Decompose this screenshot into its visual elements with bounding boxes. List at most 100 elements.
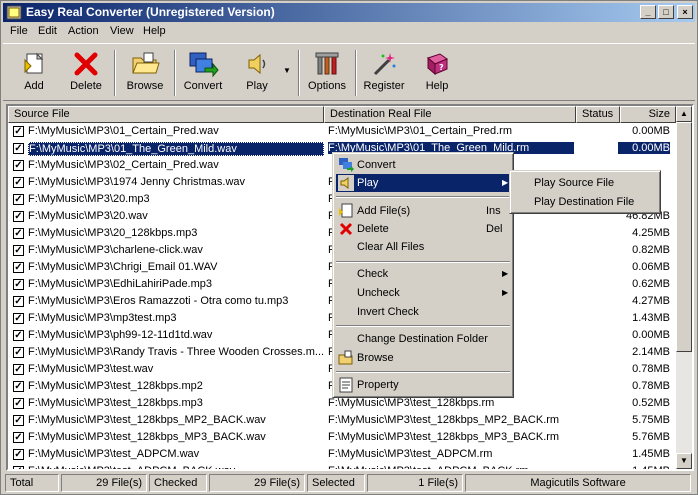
column-status[interactable]: Status	[576, 106, 620, 123]
menu-item-delete[interactable]: Delete Del	[336, 220, 510, 238]
delete-button[interactable]: Delete	[62, 48, 110, 100]
menu-item-uncheck[interactable]: Uncheck ▶	[336, 284, 510, 302]
row-checkbox[interactable]: ✓	[13, 160, 24, 171]
row-checkbox[interactable]: ✓	[13, 177, 24, 188]
convert-icon	[189, 52, 219, 78]
menu-file[interactable]: File	[10, 25, 28, 37]
column-size[interactable]: Size	[620, 106, 676, 123]
row-checkbox[interactable]: ✓	[13, 330, 24, 341]
table-row[interactable]: ✓ F:\MyMusic\MP3\01_Certain_Pred.wav F:\My…	[8, 123, 676, 140]
row-source-file: F:\MyMusic\MP3\test_ADPCM_BACK.wav	[28, 465, 236, 471]
scroll-down-icon[interactable]: ▼	[676, 453, 692, 469]
add-button[interactable]: Add	[10, 48, 58, 100]
column-source-file[interactable]: Source File	[8, 106, 324, 123]
minimize-button[interactable]: _	[640, 5, 656, 19]
status-bar: Total 29 File(s) Checked 29 File(s) Sele…	[3, 474, 695, 493]
row-checkbox[interactable]: ✓	[13, 449, 24, 460]
menu-help[interactable]: Help	[143, 25, 166, 37]
scroll-thumb[interactable]	[676, 122, 692, 352]
row-checkbox[interactable]: ✓	[13, 296, 24, 307]
table-row[interactable]: ✓ F:\MyMusic\MP3\test_128kbps_MP3_BACK.wa…	[8, 429, 676, 446]
menu-item-browse[interactable]: Browse	[336, 349, 510, 367]
menu-item-play-source[interactable]: Play Source File	[513, 174, 657, 192]
row-checkbox[interactable]: ✓	[13, 313, 24, 324]
menu-item-check[interactable]: Check ▶	[336, 265, 510, 283]
close-button[interactable]: ×	[677, 5, 693, 19]
row-checkbox[interactable]: ✓	[13, 126, 24, 137]
vertical-scrollbar[interactable]: ▲ ▼	[676, 106, 692, 469]
row-source-file: F:\MyMusic\MP3\20.wav	[28, 210, 148, 222]
wand-icon	[373, 53, 396, 76]
scroll-up-icon[interactable]: ▲	[676, 106, 692, 122]
row-destination-file: F:\MyMusic\MP3\test_128kbps.rm	[328, 397, 495, 409]
menu-action[interactable]: Action	[68, 25, 99, 37]
table-row[interactable]: ✓ F:\MyMusic\MP3\test_128kbps_MP2_BACK.wa…	[8, 412, 676, 429]
help-button[interactable]: ? Help	[413, 48, 461, 100]
toolbar: Add Delete Browse Convert Play ▼ Options…	[3, 43, 695, 101]
row-checkbox[interactable]: ✓	[13, 398, 24, 409]
delete-icon	[74, 52, 98, 76]
add-icon	[339, 203, 353, 218]
row-size: 0.78MB	[632, 363, 670, 375]
row-checkbox[interactable]: ✓	[13, 381, 24, 392]
menu-item-change-destination[interactable]: Change Destination Folder	[336, 330, 510, 348]
row-checkbox[interactable]: ✓	[13, 245, 24, 256]
menu-item-clear-all[interactable]: Clear All Files	[336, 238, 510, 256]
browse-label: Browse	[126, 80, 164, 92]
row-destination-file: F:\MyMusic\MP3\test_ADPCM_BACK.rm	[328, 465, 529, 471]
row-checkbox[interactable]: ✓	[13, 228, 24, 239]
register-button[interactable]: Register	[360, 48, 408, 100]
menu-item-play[interactable]: Play ▶	[336, 174, 510, 192]
menu-view[interactable]: View	[110, 25, 134, 37]
title-bar[interactable]: Easy Real Converter (Unregistered Versio…	[3, 3, 695, 22]
row-source-file: F:\MyMusic\MP3\test_ADPCM.wav	[28, 448, 200, 460]
row-destination-file: F:\MyMusic\MP3\test_128kbps_MP3_BACK.rm	[328, 431, 560, 443]
speaker-icon	[338, 175, 354, 191]
options-button[interactable]: Options	[303, 48, 351, 100]
row-size: 0.06MB	[632, 261, 670, 273]
row-checkbox[interactable]: ✓	[13, 143, 24, 154]
row-checkbox[interactable]: ✓	[13, 279, 24, 290]
shortcut-del: Del	[486, 223, 503, 235]
submenu-arrow-icon: ▶	[502, 178, 509, 187]
row-checkbox[interactable]: ✓	[13, 194, 24, 205]
toolbar-separator	[174, 50, 176, 96]
menu-item-delete-label: Delete	[357, 223, 389, 235]
delete-label: Delete	[70, 80, 102, 92]
status-selected-value: 1 File(s)	[367, 474, 463, 492]
row-checkbox[interactable]: ✓	[13, 347, 24, 358]
play-dropdown-arrow-icon[interactable]: ▼	[283, 66, 291, 75]
play-button[interactable]: Play	[233, 48, 281, 100]
menu-separator	[336, 371, 510, 373]
row-checkbox[interactable]: ✓	[13, 432, 24, 443]
menu-item-play-destination[interactable]: Play Destination File	[513, 193, 657, 211]
column-destination[interactable]: Destination Real File	[324, 106, 576, 123]
menu-item-property[interactable]: Property	[336, 376, 510, 394]
row-checkbox[interactable]: ✓	[13, 211, 24, 222]
row-destination-file: F:\MyMusic\MP3\test_ADPCM.rm	[328, 448, 493, 460]
menu-item-invert-check[interactable]: Invert Check	[336, 303, 510, 321]
row-source-file: F:\MyMusic\MP3\20.mp3	[28, 193, 150, 205]
row-checkbox[interactable]: ✓	[13, 262, 24, 273]
row-checkbox[interactable]: ✓	[13, 364, 24, 375]
convert-button[interactable]: Convert	[179, 48, 227, 100]
menu-item-invert-check-label: Invert Check	[357, 306, 419, 318]
app-icon	[6, 5, 22, 20]
row-checkbox[interactable]: ✓	[13, 466, 24, 469]
row-checkbox[interactable]: ✓	[13, 415, 24, 426]
browse-button[interactable]: Browse	[121, 48, 169, 100]
menu-item-add-files[interactable]: Add File(s) Ins	[336, 202, 510, 220]
menu-item-convert[interactable]: Convert	[336, 156, 510, 174]
toolbar-separator	[298, 50, 300, 96]
status-checked-value: 29 File(s)	[209, 474, 305, 492]
maximize-button[interactable]: □	[658, 5, 674, 19]
row-size: 2.14MB	[632, 346, 670, 358]
menu-edit[interactable]: Edit	[38, 25, 57, 37]
table-row[interactable]: ✓ F:\MyMusic\MP3\test_ADPCM_BACK.wav F:\My…	[8, 463, 676, 471]
table-row[interactable]: ✓ F:\MyMusic\MP3\test_ADPCM.wav F:\MyMusic…	[8, 446, 676, 463]
row-source-file: F:\MyMusic\MP3\test_128kbps.mp2	[28, 380, 203, 392]
menu-item-property-label: Property	[357, 379, 399, 391]
browse-icon	[338, 350, 353, 365]
browse-icon	[132, 52, 160, 74]
row-size: 4.25MB	[632, 227, 670, 239]
